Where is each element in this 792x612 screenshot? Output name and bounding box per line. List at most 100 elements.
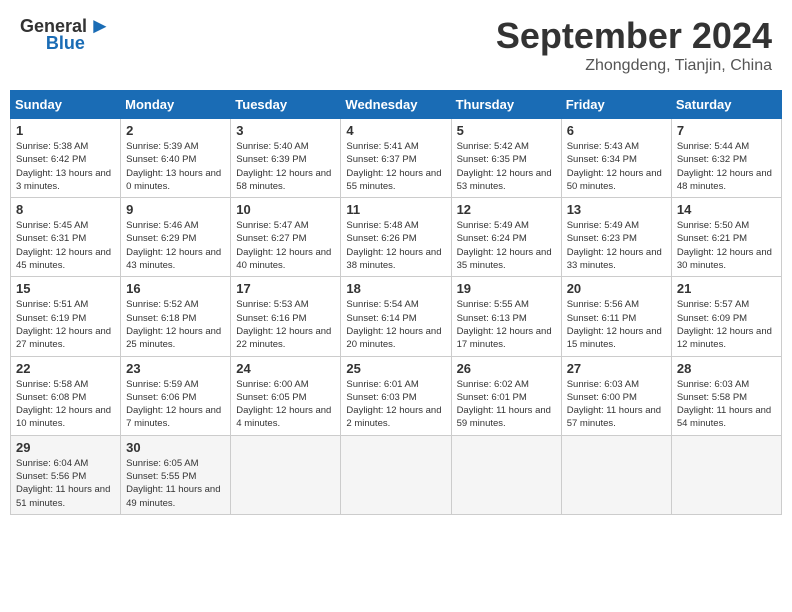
day-info: Sunrise: 5:49 AMSunset: 6:24 PMDaylight:… (457, 219, 556, 272)
calendar-header-row: SundayMondayTuesdayWednesdayThursdayFrid… (11, 91, 782, 119)
day-info: Sunrise: 5:55 AMSunset: 6:13 PMDaylight:… (457, 298, 556, 351)
day-number: 16 (126, 281, 225, 296)
day-number: 3 (236, 123, 335, 138)
calendar-cell: 9 Sunrise: 5:46 AMSunset: 6:29 PMDaylight… (121, 198, 231, 277)
calendar-cell: 28 Sunrise: 6:03 AMSunset: 5:58 PMDayligh… (671, 356, 781, 435)
day-info: Sunrise: 5:59 AMSunset: 6:06 PMDaylight:… (126, 378, 225, 431)
calendar-cell: 30 Sunrise: 6:05 AMSunset: 5:55 PMDayligh… (121, 435, 231, 514)
day-number: 24 (236, 361, 335, 376)
calendar-cell: 14Sunrise: 5:50 AMSunset: 6:21 PMDayligh… (671, 198, 781, 277)
day-number: 9 (126, 202, 225, 217)
calendar-cell: 18 Sunrise: 5:54 AMSunset: 6:14 PMDayligh… (341, 277, 451, 356)
day-number: 15 (16, 281, 115, 296)
day-info: Sunrise: 5:40 AMSunset: 6:39 PMDaylight:… (236, 140, 335, 193)
day-number: 26 (457, 361, 556, 376)
calendar-cell: 8Sunrise: 5:45 AMSunset: 6:31 PMDaylight… (11, 198, 121, 277)
day-info: Sunrise: 5:47 AMSunset: 6:27 PMDaylight:… (236, 219, 335, 272)
calendar-cell: 13 Sunrise: 5:49 AMSunset: 6:23 PMDayligh… (561, 198, 671, 277)
col-header-thursday: Thursday (451, 91, 561, 119)
calendar-cell (341, 435, 451, 514)
day-number: 13 (567, 202, 666, 217)
day-number: 7 (677, 123, 776, 138)
day-info: Sunrise: 5:38 AMSunset: 6:42 PMDaylight:… (16, 140, 115, 193)
day-number: 29 (16, 440, 115, 455)
day-info: Sunrise: 6:05 AMSunset: 5:55 PMDaylight:… (126, 457, 225, 510)
day-number: 28 (677, 361, 776, 376)
calendar-cell: 24 Sunrise: 6:00 AMSunset: 6:05 PMDayligh… (231, 356, 341, 435)
calendar-cell (451, 435, 561, 514)
day-info: Sunrise: 5:56 AMSunset: 6:11 PMDaylight:… (567, 298, 666, 351)
day-info: Sunrise: 5:50 AMSunset: 6:21 PMDaylight:… (677, 219, 776, 272)
day-info: Sunrise: 6:01 AMSunset: 6:03 PMDaylight:… (346, 378, 445, 431)
day-info: Sunrise: 5:44 AMSunset: 6:32 PMDaylight:… (677, 140, 776, 193)
calendar-cell (671, 435, 781, 514)
day-info: Sunrise: 5:52 AMSunset: 6:18 PMDaylight:… (126, 298, 225, 351)
day-number: 1 (16, 123, 115, 138)
calendar-cell: 4Sunrise: 5:41 AMSunset: 6:37 PMDaylight… (341, 119, 451, 198)
col-header-sunday: Sunday (11, 91, 121, 119)
calendar-cell: 17 Sunrise: 5:53 AMSunset: 6:16 PMDayligh… (231, 277, 341, 356)
day-info: Sunrise: 5:54 AMSunset: 6:14 PMDaylight:… (346, 298, 445, 351)
calendar-cell: 12Sunrise: 5:49 AMSunset: 6:24 PMDayligh… (451, 198, 561, 277)
calendar-cell: 26 Sunrise: 6:02 AMSunset: 6:01 PMDayligh… (451, 356, 561, 435)
col-header-friday: Friday (561, 91, 671, 119)
day-number: 17 (236, 281, 335, 296)
day-number: 22 (16, 361, 115, 376)
week-row-5: 29 Sunrise: 6:04 AMSunset: 5:56 PMDayligh… (11, 435, 782, 514)
page-header: General ► Blue September 2024 Zhongdeng,… (10, 10, 782, 80)
day-info: Sunrise: 5:45 AMSunset: 6:31 PMDaylight:… (16, 219, 115, 272)
calendar-cell: 1 Sunrise: 5:38 AMSunset: 6:42 PMDaylight… (11, 119, 121, 198)
calendar-cell: 15 Sunrise: 5:51 AMSunset: 6:19 PMDayligh… (11, 277, 121, 356)
day-number: 6 (567, 123, 666, 138)
day-info: Sunrise: 6:02 AMSunset: 6:01 PMDaylight:… (457, 378, 556, 431)
calendar-cell: 11 Sunrise: 5:48 AMSunset: 6:26 PMDayligh… (341, 198, 451, 277)
day-number: 21 (677, 281, 776, 296)
col-header-monday: Monday (121, 91, 231, 119)
day-info: Sunrise: 5:48 AMSunset: 6:26 PMDaylight:… (346, 219, 445, 272)
day-number: 4 (346, 123, 445, 138)
calendar-cell: 20 Sunrise: 5:56 AMSunset: 6:11 PMDayligh… (561, 277, 671, 356)
calendar-cell: 2Sunrise: 5:39 AMSunset: 6:40 PMDaylight… (121, 119, 231, 198)
calendar-cell: 3 Sunrise: 5:40 AMSunset: 6:39 PMDaylight… (231, 119, 341, 198)
logo-arrow-icon: ► (89, 15, 111, 37)
day-number: 23 (126, 361, 225, 376)
day-number: 20 (567, 281, 666, 296)
day-info: Sunrise: 5:58 AMSunset: 6:08 PMDaylight:… (16, 378, 115, 431)
day-info: Sunrise: 5:51 AMSunset: 6:19 PMDaylight:… (16, 298, 115, 351)
day-number: 2 (126, 123, 225, 138)
col-header-wednesday: Wednesday (341, 91, 451, 119)
day-info: Sunrise: 6:00 AMSunset: 6:05 PMDaylight:… (236, 378, 335, 431)
logo: General ► Blue (20, 15, 111, 54)
day-info: Sunrise: 5:42 AMSunset: 6:35 PMDaylight:… (457, 140, 556, 193)
calendar-cell: 25Sunrise: 6:01 AMSunset: 6:03 PMDayligh… (341, 356, 451, 435)
day-info: Sunrise: 5:49 AMSunset: 6:23 PMDaylight:… (567, 219, 666, 272)
logo-blue-text: Blue (46, 33, 85, 54)
calendar-cell: 7 Sunrise: 5:44 AMSunset: 6:32 PMDaylight… (671, 119, 781, 198)
calendar-cell: 6 Sunrise: 5:43 AMSunset: 6:34 PMDaylight… (561, 119, 671, 198)
week-row-3: 15 Sunrise: 5:51 AMSunset: 6:19 PMDayligh… (11, 277, 782, 356)
week-row-4: 22 Sunrise: 5:58 AMSunset: 6:08 PMDayligh… (11, 356, 782, 435)
calendar-cell (561, 435, 671, 514)
day-info: Sunrise: 5:57 AMSunset: 6:09 PMDaylight:… (677, 298, 776, 351)
day-info: Sunrise: 5:46 AMSunset: 6:29 PMDaylight:… (126, 219, 225, 272)
calendar-cell: 10Sunrise: 5:47 AMSunset: 6:27 PMDayligh… (231, 198, 341, 277)
col-header-saturday: Saturday (671, 91, 781, 119)
day-info: Sunrise: 6:03 AMSunset: 6:00 PMDaylight:… (567, 378, 666, 431)
col-header-tuesday: Tuesday (231, 91, 341, 119)
day-number: 19 (457, 281, 556, 296)
calendar-cell: 21 Sunrise: 5:57 AMSunset: 6:09 PMDayligh… (671, 277, 781, 356)
title-block: September 2024 Zhongdeng, Tianjin, China (496, 15, 772, 75)
day-info: Sunrise: 5:53 AMSunset: 6:16 PMDaylight:… (236, 298, 335, 351)
week-row-1: 1 Sunrise: 5:38 AMSunset: 6:42 PMDaylight… (11, 119, 782, 198)
day-number: 30 (126, 440, 225, 455)
day-info: Sunrise: 6:04 AMSunset: 5:56 PMDaylight:… (16, 457, 115, 510)
calendar-cell: 19 Sunrise: 5:55 AMSunset: 6:13 PMDayligh… (451, 277, 561, 356)
day-info: Sunrise: 5:43 AMSunset: 6:34 PMDaylight:… (567, 140, 666, 193)
month-title: September 2024 (496, 15, 772, 57)
day-number: 11 (346, 202, 445, 217)
day-number: 18 (346, 281, 445, 296)
calendar-cell: 27Sunrise: 6:03 AMSunset: 6:00 PMDayligh… (561, 356, 671, 435)
calendar-cell: 16 Sunrise: 5:52 AMSunset: 6:18 PMDayligh… (121, 277, 231, 356)
day-info: Sunrise: 6:03 AMSunset: 5:58 PMDaylight:… (677, 378, 776, 431)
calendar-cell: 22 Sunrise: 5:58 AMSunset: 6:08 PMDayligh… (11, 356, 121, 435)
